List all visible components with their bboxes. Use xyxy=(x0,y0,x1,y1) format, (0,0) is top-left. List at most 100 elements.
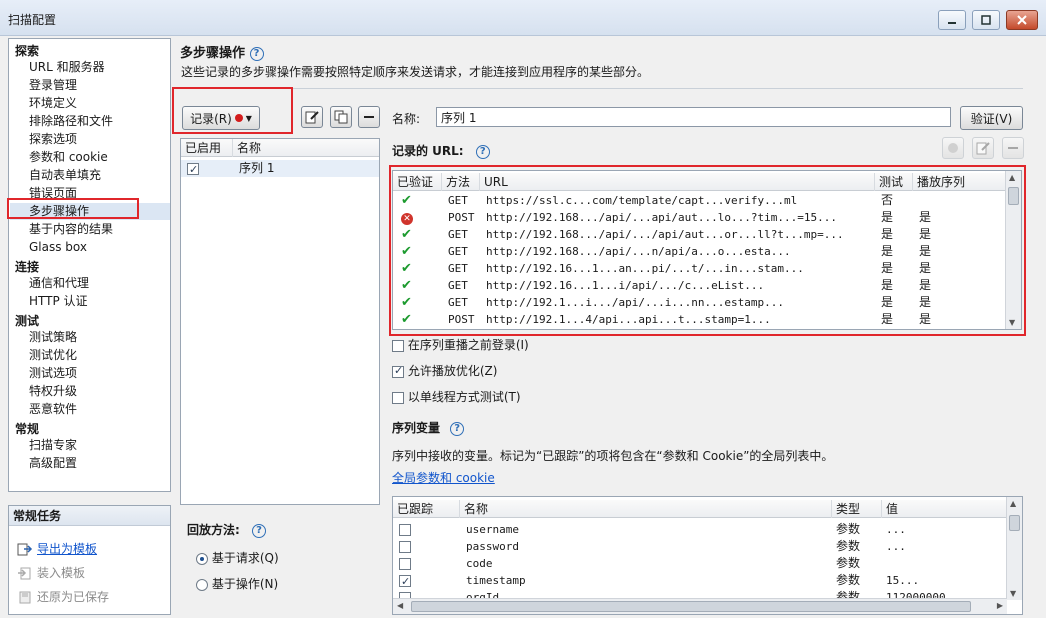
variable-row[interactable]: username 参数... xyxy=(393,521,1007,538)
url-row[interactable]: ✕ POST http://192.168.../api/...api/aut...… xyxy=(393,209,1007,226)
playback-action-based-radio[interactable]: 基于操作(N) xyxy=(196,575,278,592)
edit-sequence-button[interactable] xyxy=(301,106,323,128)
help-icon[interactable]: ? xyxy=(475,144,490,159)
load-template-task[interactable]: 装入模板 xyxy=(17,564,85,582)
variable-row[interactable]: code 参数 xyxy=(393,555,1007,572)
url-row[interactable]: ✔ GET http://192.16...1...an...pi/...t/...… xyxy=(393,260,1007,277)
option-login-before-replay[interactable]: 在序列重播之前登录(I) xyxy=(392,336,529,353)
nav-item-advanced-config[interactable]: 高级配置 xyxy=(29,455,77,472)
url-value: http://192.1...4/api...api...t...stamp=1… xyxy=(486,313,771,326)
column-name[interactable]: 名称 xyxy=(233,139,379,157)
scroll-thumb[interactable] xyxy=(1008,187,1019,205)
nav-item-glass-box[interactable]: Glass box xyxy=(29,239,87,256)
page-description: 这些记录的多步骤操作需要按照特定顺序来发送请求，才能连接到应用程序的某些部分。 xyxy=(181,65,650,79)
revert-icon xyxy=(19,591,31,604)
url-value: http://192.16...1...i/api/.../c...eList.… xyxy=(486,279,765,292)
nav-item-explore-options[interactable]: 探索选项 xyxy=(29,131,77,148)
edit-url-button[interactable] xyxy=(972,137,994,159)
help-icon[interactable]: ? xyxy=(252,523,266,538)
scroll-up-icon[interactable]: ▲ xyxy=(1009,173,1015,182)
column-var-name[interactable]: 名称 xyxy=(460,500,832,518)
verify-button[interactable]: 验证(V) xyxy=(960,106,1023,130)
url-row[interactable]: ✔ GET http://192.168.../api/.../api/aut...… xyxy=(393,226,1007,243)
check-icon: ✔ xyxy=(401,261,412,276)
nav-item-params-cookie[interactable]: 参数和 cookie xyxy=(29,149,108,166)
column-verified[interactable]: 已验证 xyxy=(393,173,442,191)
nav-item-login-management[interactable]: 登录管理 xyxy=(29,77,77,94)
option-single-thread[interactable]: 以单线程方式测试(T) xyxy=(392,388,521,405)
scroll-thumb[interactable] xyxy=(1009,515,1020,531)
scroll-down-icon[interactable]: ▼ xyxy=(1009,318,1015,327)
column-playback[interactable]: 播放序列 xyxy=(913,173,1007,191)
url-row[interactable]: ✔ GET http://192.168.../api/...n/api/a...o… xyxy=(393,243,1007,260)
scroll-left-icon[interactable]: ◀ xyxy=(397,601,403,610)
nav-item-auto-form-fill[interactable]: 自动表单填充 xyxy=(29,167,101,184)
url-method: GET xyxy=(448,245,468,258)
url-row[interactable]: ✔ GET http://192.16...1...i/api/.../c...eL… xyxy=(393,277,1007,294)
nav-section-explore: 探索 xyxy=(15,44,40,58)
url-row[interactable]: ✔ POST http://192.1...4/api...api...t...st… xyxy=(393,311,1007,328)
var-table-hscrollbar[interactable]: ◀ ▶ xyxy=(393,598,1007,614)
column-url[interactable]: URL xyxy=(480,173,875,191)
option-allow-playback-optimization[interactable]: 允许播放优化(Z) xyxy=(392,362,497,379)
remove-sequence-button[interactable] xyxy=(358,106,380,128)
close-button[interactable] xyxy=(1006,10,1038,30)
nav-item-error-pages[interactable]: 错误页面 xyxy=(29,185,77,202)
nav-item-content-results[interactable]: 基于内容的结果 xyxy=(29,221,113,238)
nav-item-communication-proxy[interactable]: 通信和代理 xyxy=(29,275,89,292)
scroll-right-icon[interactable]: ▶ xyxy=(997,601,1003,610)
variable-value: ... xyxy=(886,523,906,536)
variable-value: ... xyxy=(886,540,906,553)
nav-item-environment[interactable]: 环境定义 xyxy=(29,95,77,112)
url-value: https://ssl.c...com/template/capt...veri… xyxy=(486,194,798,207)
nav-item-multistep[interactable]: 多步骤操作 xyxy=(10,203,170,220)
nav-item-test-policy[interactable]: 测试策略 xyxy=(29,329,77,346)
column-method[interactable]: 方法 xyxy=(442,173,480,191)
export-template-task[interactable]: 导出为模板 xyxy=(17,540,97,558)
column-test[interactable]: 测试 xyxy=(875,173,913,191)
var-table-vscrollbar[interactable]: ▲ ▼ xyxy=(1006,497,1022,600)
sequence-row[interactable]: 序列 1 xyxy=(181,160,379,177)
column-value[interactable]: 值 xyxy=(882,500,1007,518)
tracked-checkbox[interactable] xyxy=(399,538,411,555)
nav-item-exclude-paths[interactable]: 排除路径和文件 xyxy=(29,113,113,130)
hscroll-thumb[interactable] xyxy=(411,601,971,612)
variable-row[interactable]: password 参数... xyxy=(393,538,1007,555)
playback-request-based-radio[interactable]: 基于请求(Q) xyxy=(196,549,279,566)
help-icon[interactable]: ? xyxy=(450,421,465,436)
copy-sequence-button[interactable] xyxy=(330,106,352,128)
remove-url-button[interactable] xyxy=(1002,137,1024,159)
help-icon[interactable]: ? xyxy=(249,46,264,61)
sequence-enabled-checkbox[interactable] xyxy=(187,160,199,177)
column-enabled[interactable]: 已启用 xyxy=(181,139,233,157)
sequence-name: 序列 1 xyxy=(239,161,275,175)
record-url-button[interactable] xyxy=(942,137,964,159)
url-row[interactable]: ✔ GET https://ssl.c...com/template/capt...… xyxy=(393,192,1007,209)
variable-type: 参数 xyxy=(836,539,861,553)
tracked-checkbox[interactable] xyxy=(399,555,411,572)
variable-row[interactable]: timestamp 参数 15... xyxy=(393,572,1007,589)
scroll-down-icon[interactable]: ▼ xyxy=(1010,589,1016,598)
global-params-cookie-link[interactable]: 全局参数和 cookie xyxy=(392,469,495,486)
url-row[interactable]: ✔ GET http://192.1...i.../api/...i...nn...… xyxy=(393,294,1007,311)
url-method: GET xyxy=(448,279,468,292)
url-table-scrollbar[interactable]: ▲ ▼ xyxy=(1005,171,1021,329)
tracked-checkbox[interactable] xyxy=(399,521,411,538)
record-button[interactable]: 记录(R) ▼ xyxy=(182,106,260,130)
nav-item-malware[interactable]: 恶意软件 xyxy=(29,401,77,418)
tracked-checkbox[interactable] xyxy=(399,572,411,589)
revert-saved-task[interactable]: 还原为已保存 xyxy=(17,588,109,606)
scroll-up-icon[interactable]: ▲ xyxy=(1010,499,1016,508)
column-type[interactable]: 类型 xyxy=(832,500,882,518)
nav-item-privilege-escalation[interactable]: 特权升级 xyxy=(29,383,77,400)
sequence-name-input[interactable]: 序列 1 xyxy=(436,107,951,127)
column-tracked[interactable]: 已跟踪 xyxy=(393,500,460,518)
check-icon: ✔ xyxy=(401,312,412,327)
nav-item-url-servers[interactable]: URL 和服务器 xyxy=(29,59,105,76)
nav-item-test-optimization[interactable]: 测试优化 xyxy=(29,347,77,364)
maximize-button[interactable] xyxy=(972,10,1000,30)
minimize-button[interactable] xyxy=(938,10,966,30)
nav-item-http-auth[interactable]: HTTP 认证 xyxy=(29,293,88,310)
nav-item-test-options[interactable]: 测试选项 xyxy=(29,365,77,382)
nav-item-scan-expert[interactable]: 扫描专家 xyxy=(29,437,77,454)
